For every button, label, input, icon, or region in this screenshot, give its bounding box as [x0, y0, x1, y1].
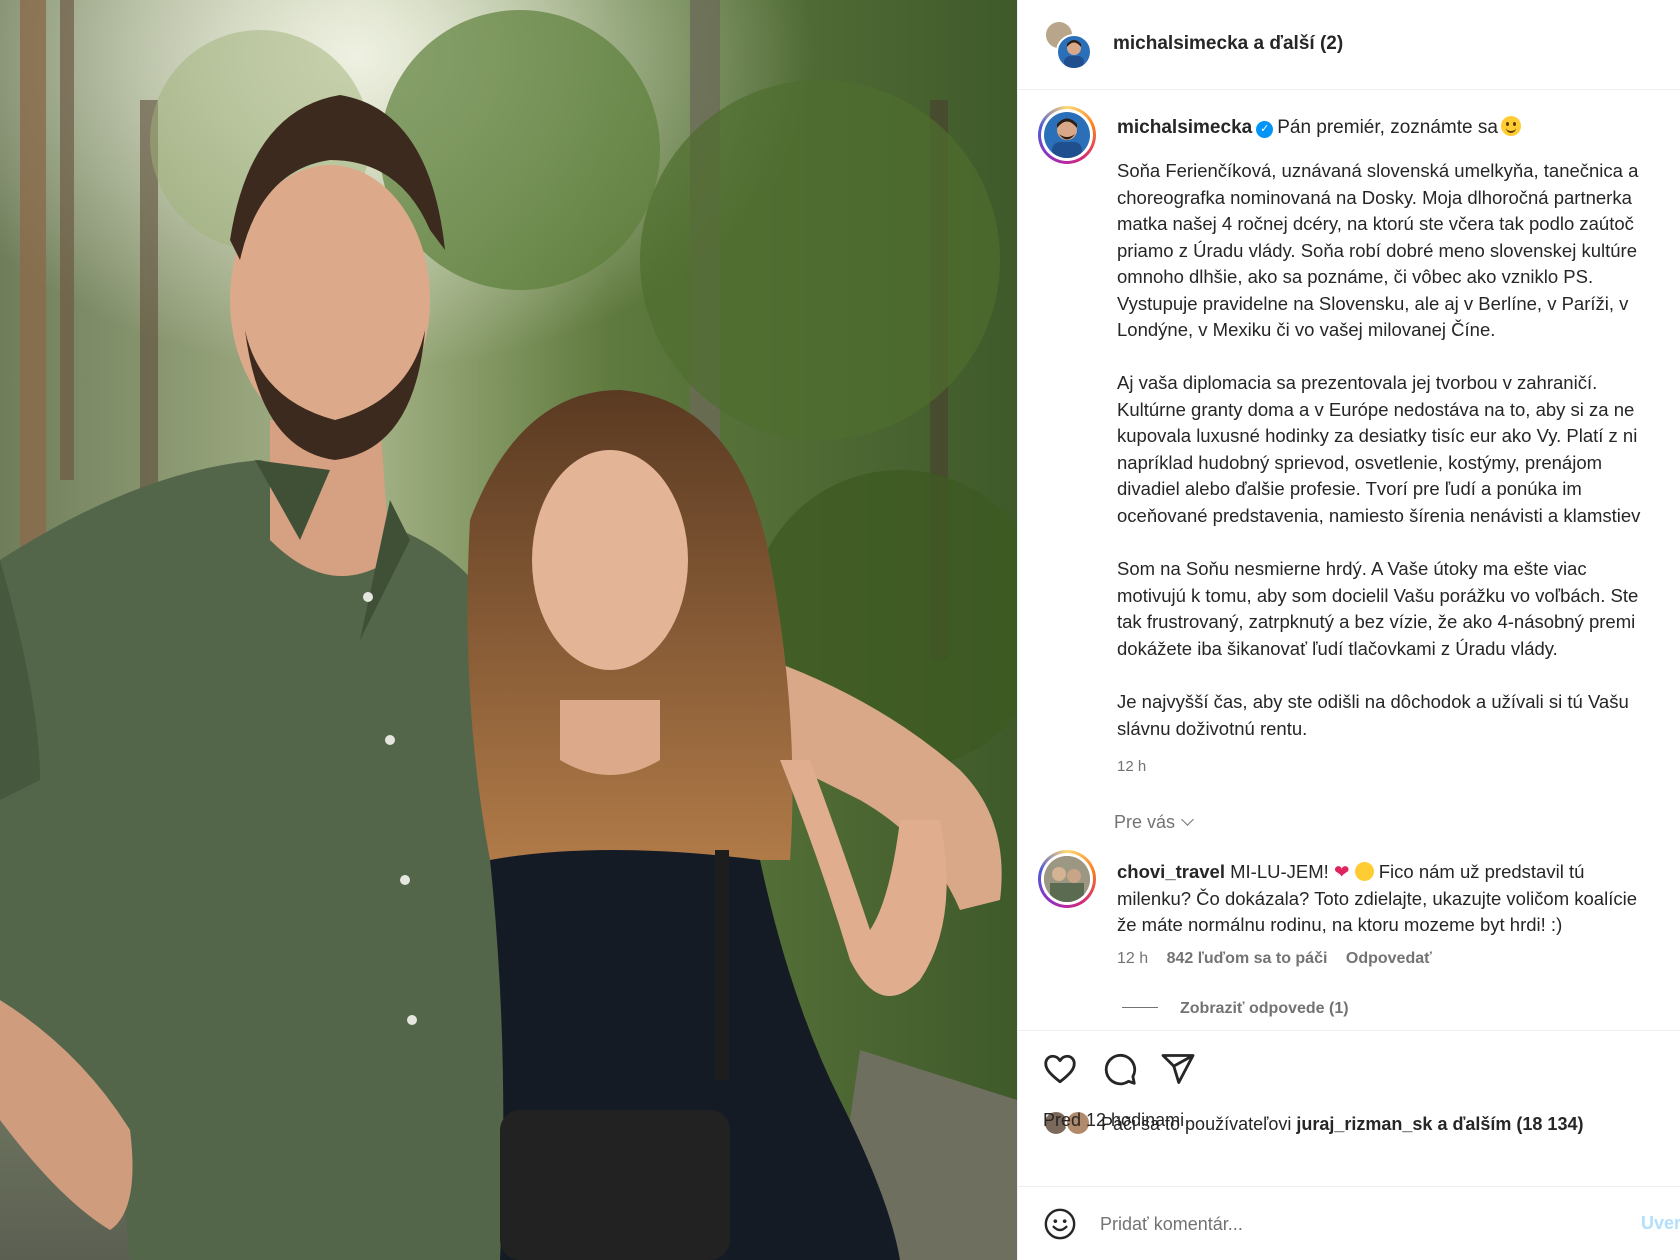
- post-action-bar: [1018, 1030, 1680, 1115]
- post-photo: [0, 0, 1017, 1260]
- caption-paragraph-2: Aj vaša diplomacia sa prezentovala jej t…: [1117, 372, 1641, 526]
- red-heart-emoji-icon: ❤: [1333, 861, 1350, 882]
- verified-badge-icon: ✓: [1256, 121, 1274, 138]
- likes-user-link[interactable]: juraj_rizman_sk: [1296, 1114, 1432, 1134]
- caption-timestamp[interactable]: 12 h: [1117, 758, 1146, 775]
- comment-meta: 12 h 842 ľuďom sa to páči Odpovedať: [1117, 950, 1446, 968]
- hugging-emoji-icon: [1354, 862, 1374, 881]
- comment-timestamp[interactable]: 12 h: [1117, 950, 1148, 967]
- add-comment-bar: Uverejniť: [1018, 1186, 1680, 1260]
- post-age[interactable]: Pred 12 hodinami: [1043, 1110, 1184, 1131]
- caption-headline: Pán premiér, zoznámte sa: [1277, 117, 1498, 138]
- comments-filter-dropdown[interactable]: Pre vás: [1114, 812, 1194, 833]
- add-comment-input[interactable]: [1100, 1211, 1580, 1237]
- replies-divider: [1122, 1007, 1158, 1008]
- post-comment-button[interactable]: Uverejniť: [1641, 1213, 1680, 1234]
- emoji-picker-icon[interactable]: [1043, 1207, 1077, 1241]
- couple-photo-illustration: [0, 0, 1017, 1260]
- comments-filter-label: Pre vás: [1114, 812, 1176, 832]
- view-replies-label: Zobraziť odpovede (1): [1180, 1000, 1349, 1017]
- caption-paragraph-1: Soňa Ferienčíková, uznávaná slovenská um…: [1117, 160, 1639, 340]
- caption-username[interactable]: michalsimecka: [1117, 117, 1252, 138]
- likes-others-link[interactable]: a ďalším (18 134): [1432, 1114, 1583, 1134]
- caption-headline-row: michalsimecka ✓ Pán premiér, zoznámte sa: [1117, 116, 1521, 139]
- caption-paragraph-3: Som na Soňu nesmierne hrdý. A Vaše útoky…: [1117, 558, 1639, 659]
- post-details-panel: michalsimecka a ďalší (2) michalsimecka ✓…: [1017, 0, 1680, 1260]
- chevron-down-icon: [1181, 813, 1194, 826]
- view-replies-button[interactable]: Zobraziť odpovede (1): [1122, 1000, 1349, 1018]
- post-header: michalsimecka a ďalší (2): [1018, 0, 1680, 90]
- comment-text: chovi_travel MI-LU-JEM! ❤ Fico nám už pr…: [1117, 859, 1680, 939]
- share-paper-plane-icon[interactable]: [1160, 1051, 1196, 1087]
- heart-outline-icon[interactable]: [1042, 1051, 1078, 1087]
- comment-text-part1: MI-LU-JEM!: [1230, 861, 1334, 882]
- caption-paragraph-4: Je najvyšší čas, aby ste odišli na dôcho…: [1117, 691, 1629, 739]
- commenter-avatar[interactable]: [1038, 850, 1096, 908]
- smile-emoji-icon: [1500, 116, 1521, 136]
- author-avatar: [1056, 34, 1092, 70]
- collab-avatars[interactable]: [1044, 20, 1096, 72]
- post-header-title[interactable]: michalsimecka a ďalší (2): [1113, 33, 1343, 55]
- comment-username[interactable]: chovi_travel: [1117, 861, 1225, 882]
- comment-bubble-icon[interactable]: [1102, 1051, 1138, 1087]
- comment-likes[interactable]: 842 ľuďom sa to páči: [1167, 950, 1328, 967]
- reply-button[interactable]: Odpovedať: [1346, 950, 1432, 967]
- caption-author-avatar[interactable]: [1038, 106, 1096, 164]
